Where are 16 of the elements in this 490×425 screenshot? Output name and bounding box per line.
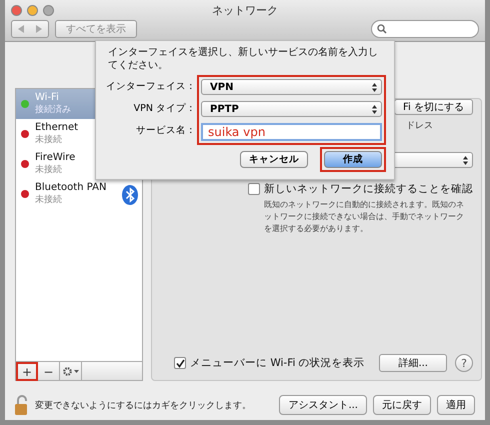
window-title: ネットワーク	[212, 3, 278, 18]
checkbox-label: 新しいネットワークに接続することを確認	[264, 182, 473, 196]
address-note: ドレス	[406, 120, 433, 132]
lock-message: 変更できないようにするにはカギをクリックします。	[35, 400, 251, 412]
field-label: サービス名：	[135, 124, 196, 138]
service-name: Ethernet	[35, 122, 78, 133]
checkbox-label: メニューバーに Wi-Fi の状況を表示	[190, 356, 365, 370]
service-name: Bluetooth PAN	[35, 182, 106, 193]
service-name: FireWire	[35, 152, 76, 163]
service-status: 接続済み	[35, 104, 71, 116]
dialog-message: インターフェイスを選択し、新しいサービスの名前を入力してください。	[108, 46, 378, 72]
service-status: 未接続	[35, 164, 63, 176]
service-status: 未接続	[35, 134, 63, 146]
service-status: 未接続	[35, 194, 63, 206]
service-name: Wi-Fi	[35, 92, 60, 103]
description-text: 既知のネットワークに自動的に接続されます。既知のネットワークに接続できない場合は、手動でネットワークを選択する必要があります。	[264, 199, 465, 235]
